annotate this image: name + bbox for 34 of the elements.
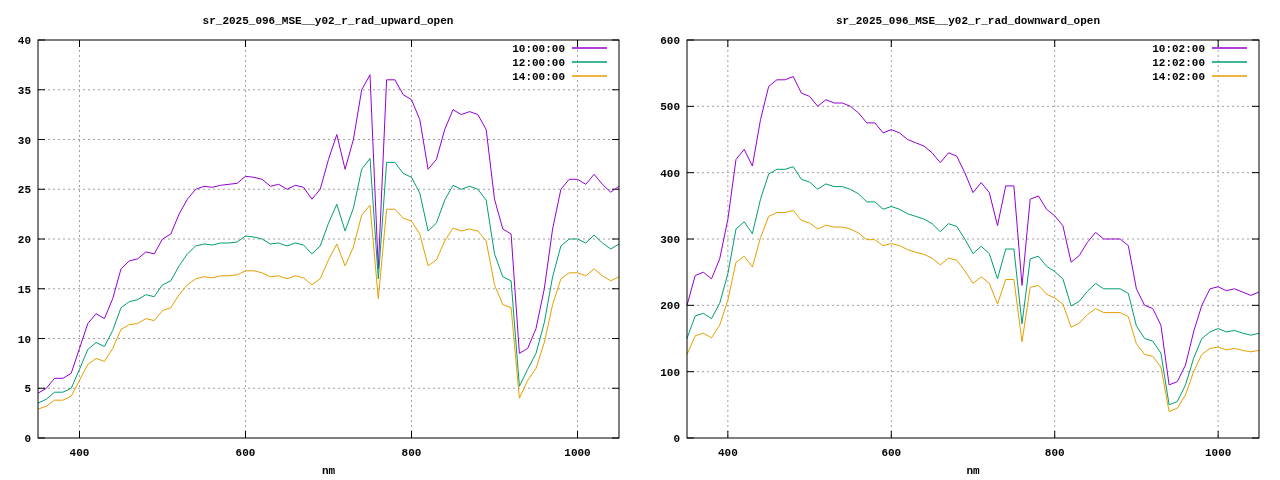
tick-label: 100 (660, 366, 680, 379)
axis-label: nm (966, 465, 980, 477)
tick-label: 800 (401, 447, 422, 459)
legend-label: 14:02:00 (1152, 71, 1205, 83)
tick-label: 600 (660, 35, 680, 47)
tick-label: 15 (17, 283, 31, 296)
chart-title: sr_2025_096_MSE__y02_r_rad_downward_open (836, 15, 1100, 27)
legend-label: 14:00:00 (512, 71, 565, 83)
legend-label: 10:02:00 (1152, 43, 1205, 55)
tick-label: 800 (1044, 447, 1065, 459)
tick-label: 40 (17, 35, 31, 47)
tick-label: 500 (660, 101, 680, 114)
tick-label: 400 (717, 447, 738, 459)
legend-label: 12:02:00 (1152, 57, 1205, 69)
tick-label: 30 (17, 134, 31, 147)
axis-label: nm (321, 465, 336, 477)
legend-label: 12:00:00 (512, 57, 565, 69)
tick-label: 600 (235, 447, 256, 459)
tick-label: 35 (17, 84, 31, 97)
tick-label: 10 (17, 333, 31, 346)
tick-label: 0 (24, 433, 31, 445)
chart-title: sr_2025_096_MSE__y02_r_rad_upward_open (202, 15, 454, 27)
tick-label: 1000 (1204, 447, 1232, 459)
tick-label: 5 (24, 383, 31, 396)
legend-label: 10:00:00 (512, 43, 565, 55)
tick-label: 200 (660, 300, 680, 313)
tick-label: 20 (17, 234, 31, 246)
tick-label: 1000 (564, 447, 591, 459)
tick-label: 0 (673, 433, 680, 445)
tick-label: 400 (660, 167, 680, 180)
tick-label: 600 (881, 447, 902, 459)
tick-label: 400 (69, 447, 90, 459)
tick-label: 300 (660, 234, 680, 246)
tick-label: 25 (17, 184, 31, 197)
